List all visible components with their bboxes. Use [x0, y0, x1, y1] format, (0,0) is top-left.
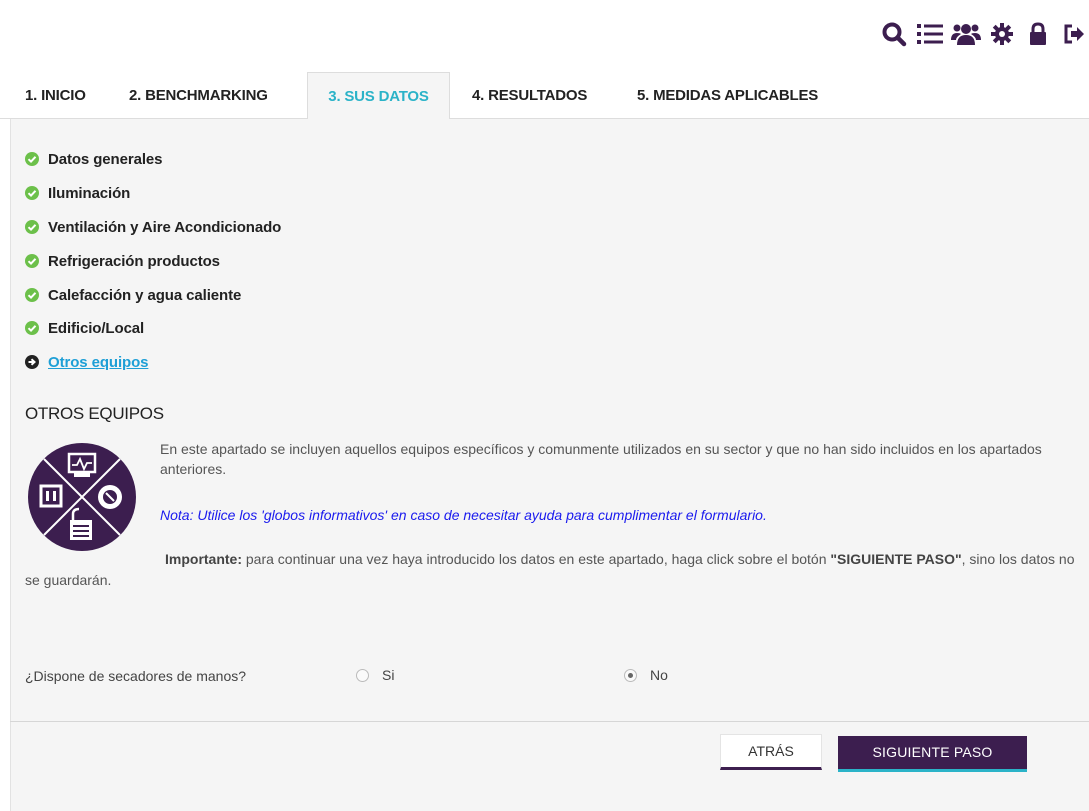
- question-row: ¿Dispone de secadores de manos? Si No: [10, 663, 1089, 722]
- radio-no-dot[interactable]: [624, 668, 637, 682]
- back-button[interactable]: ATRÁS: [720, 734, 822, 770]
- important-button-ref: "SIGUIENTE PASO": [830, 551, 962, 567]
- step-otros-equipos[interactable]: Otros equipos: [25, 351, 148, 373]
- section-note: Nota: Utilice los 'globos informativos' …: [160, 507, 767, 523]
- step-label-link[interactable]: Otros equipos: [48, 354, 148, 371]
- step-iluminacion[interactable]: Iluminación: [25, 182, 130, 204]
- lock-icon[interactable]: [1023, 19, 1053, 49]
- tab-benchmarking[interactable]: 2. BENCHMARKING: [129, 72, 268, 119]
- tab-inicio[interactable]: 1. INICIO: [25, 72, 86, 119]
- step-calefaccion[interactable]: Calefacción y agua caliente: [25, 284, 241, 306]
- check-circle-icon: [25, 288, 39, 302]
- step-ventilacion[interactable]: Ventilación y Aire Acondicionado: [25, 216, 281, 238]
- tab-resultados[interactable]: 4. RESULTADOS: [472, 72, 587, 119]
- top-toolbar: [879, 14, 1089, 54]
- step-label: Refrigeración productos: [48, 252, 220, 270]
- step-label: Edificio/Local: [48, 319, 145, 337]
- radio-si-label: Si: [382, 667, 395, 683]
- step-label: Datos generales: [48, 150, 163, 168]
- radio-no-label: No: [650, 667, 668, 683]
- important-text-1: para continuar una vez haya introducido …: [242, 551, 831, 567]
- section-intro: En este apartado se incluyen aquellos eq…: [160, 441, 1042, 477]
- check-circle-icon: [25, 321, 39, 335]
- check-circle-icon: [25, 220, 39, 234]
- step-refrigeracion[interactable]: Refrigeración productos: [25, 250, 220, 272]
- equipment-badge-icon: [28, 443, 136, 551]
- step-edificio-local[interactable]: Edificio/Local: [25, 317, 144, 339]
- important-label: Importante:: [165, 551, 242, 567]
- check-circle-icon: [25, 254, 39, 268]
- question-label: ¿Dispone de secadores de manos?: [25, 668, 247, 684]
- radio-si-dot[interactable]: [356, 668, 369, 682]
- step-label: Ventilación y Aire Acondicionado: [48, 218, 282, 236]
- tab-sus-datos[interactable]: 3. SUS DATOS: [307, 72, 450, 120]
- check-circle-icon: [25, 152, 39, 166]
- logout-icon[interactable]: [1059, 19, 1089, 49]
- gear-icon[interactable]: [987, 19, 1017, 49]
- radio-si[interactable]: Si: [356, 667, 394, 683]
- step-datos-generales[interactable]: Datos generales: [25, 148, 162, 170]
- wizard-tabs: 1. INICIO 2. BENCHMARKING 3. SUS DATOS 4…: [0, 72, 1089, 120]
- tab-medidas-aplicables[interactable]: 5. MEDIDAS APLICABLES: [637, 72, 818, 119]
- check-circle-icon: [25, 186, 39, 200]
- next-step-button[interactable]: SIGUIENTE PASO: [838, 736, 1027, 772]
- radio-no[interactable]: No: [624, 667, 668, 683]
- important-notice: Importante: para continuar una vez haya …: [25, 549, 1080, 591]
- search-icon[interactable]: [879, 19, 909, 49]
- list-icon[interactable]: [915, 19, 945, 49]
- step-label: Calefacción y agua caliente: [48, 286, 242, 304]
- step-label: Iluminación: [48, 184, 131, 202]
- section-title: OTROS EQUIPOS: [25, 404, 164, 423]
- users-icon[interactable]: [951, 19, 981, 49]
- arrow-circle-right-icon: [25, 355, 39, 369]
